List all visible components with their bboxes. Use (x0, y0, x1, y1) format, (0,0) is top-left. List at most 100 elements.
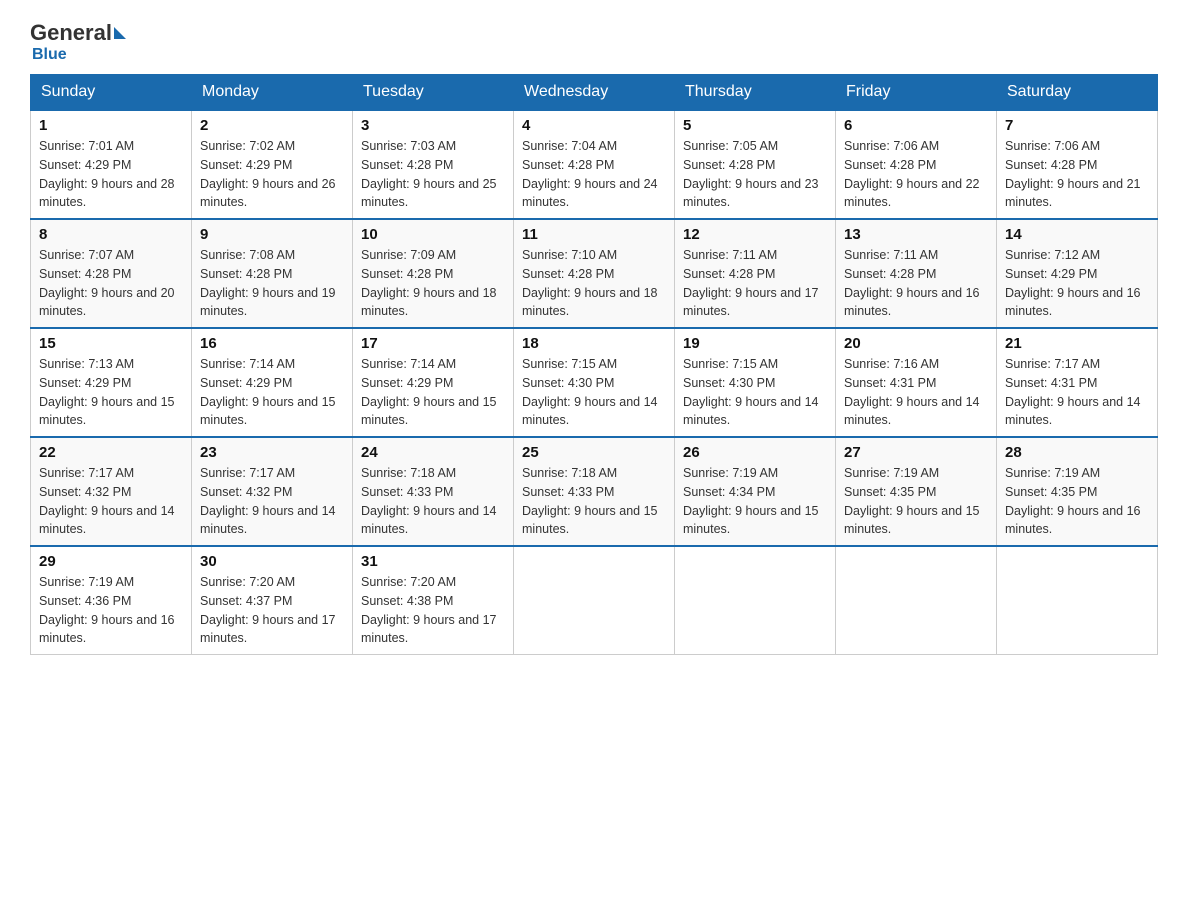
day-info: Sunrise: 7:01 AM Sunset: 4:29 PM Dayligh… (39, 137, 183, 212)
sunrise-time: Sunrise: 7:11 AM (844, 248, 938, 262)
logo: General Blue (30, 20, 128, 64)
calendar-cell (675, 546, 836, 655)
daylight-duration: Daylight: 9 hours and 18 minutes. (361, 286, 497, 319)
weekday-header-row: SundayMondayTuesdayWednesdayThursdayFrid… (31, 75, 1158, 111)
day-info: Sunrise: 7:19 AM Sunset: 4:35 PM Dayligh… (1005, 464, 1149, 539)
calendar-cell: 6 Sunrise: 7:06 AM Sunset: 4:28 PM Dayli… (836, 110, 997, 219)
day-info: Sunrise: 7:20 AM Sunset: 4:38 PM Dayligh… (361, 573, 505, 648)
sunrise-time: Sunrise: 7:20 AM (361, 575, 456, 589)
daylight-duration: Daylight: 9 hours and 14 minutes. (200, 504, 336, 537)
sunset-time: Sunset: 4:31 PM (844, 376, 936, 390)
weekday-header-tuesday: Tuesday (353, 75, 514, 111)
day-info: Sunrise: 7:16 AM Sunset: 4:31 PM Dayligh… (844, 355, 988, 430)
calendar-cell: 20 Sunrise: 7:16 AM Sunset: 4:31 PM Dayl… (836, 328, 997, 437)
day-info: Sunrise: 7:04 AM Sunset: 4:28 PM Dayligh… (522, 137, 666, 212)
logo-blue-text: Blue (32, 46, 67, 63)
sunset-time: Sunset: 4:29 PM (39, 158, 131, 172)
day-number: 29 (39, 553, 183, 570)
day-number: 24 (361, 444, 505, 461)
sunset-time: Sunset: 4:33 PM (522, 485, 614, 499)
day-number: 10 (361, 226, 505, 243)
sunset-time: Sunset: 4:32 PM (200, 485, 292, 499)
day-number: 3 (361, 117, 505, 134)
calendar-cell: 25 Sunrise: 7:18 AM Sunset: 4:33 PM Dayl… (514, 437, 675, 546)
day-info: Sunrise: 7:10 AM Sunset: 4:28 PM Dayligh… (522, 246, 666, 321)
sunset-time: Sunset: 4:28 PM (844, 158, 936, 172)
day-number: 14 (1005, 226, 1149, 243)
calendar-cell: 10 Sunrise: 7:09 AM Sunset: 4:28 PM Dayl… (353, 219, 514, 328)
calendar-cell: 9 Sunrise: 7:08 AM Sunset: 4:28 PM Dayli… (192, 219, 353, 328)
sunrise-time: Sunrise: 7:15 AM (683, 357, 778, 371)
daylight-duration: Daylight: 9 hours and 17 minutes. (683, 286, 819, 319)
sunrise-time: Sunrise: 7:17 AM (1005, 357, 1100, 371)
sunset-time: Sunset: 4:29 PM (361, 376, 453, 390)
day-number: 9 (200, 226, 344, 243)
day-number: 31 (361, 553, 505, 570)
day-info: Sunrise: 7:09 AM Sunset: 4:28 PM Dayligh… (361, 246, 505, 321)
sunset-time: Sunset: 4:29 PM (200, 158, 292, 172)
daylight-duration: Daylight: 9 hours and 19 minutes. (200, 286, 336, 319)
sunrise-time: Sunrise: 7:01 AM (39, 139, 134, 153)
day-number: 23 (200, 444, 344, 461)
day-number: 2 (200, 117, 344, 134)
sunrise-time: Sunrise: 7:09 AM (361, 248, 456, 262)
sunrise-time: Sunrise: 7:17 AM (200, 466, 295, 480)
sunset-time: Sunset: 4:28 PM (361, 267, 453, 281)
day-number: 28 (1005, 444, 1149, 461)
day-info: Sunrise: 7:11 AM Sunset: 4:28 PM Dayligh… (683, 246, 827, 321)
day-number: 17 (361, 335, 505, 352)
calendar-week-2: 8 Sunrise: 7:07 AM Sunset: 4:28 PM Dayli… (31, 219, 1158, 328)
sunset-time: Sunset: 4:28 PM (844, 267, 936, 281)
daylight-duration: Daylight: 9 hours and 17 minutes. (361, 613, 497, 646)
sunset-time: Sunset: 4:28 PM (361, 158, 453, 172)
sunset-time: Sunset: 4:29 PM (39, 376, 131, 390)
calendar-table: SundayMondayTuesdayWednesdayThursdayFrid… (30, 74, 1158, 655)
sunset-time: Sunset: 4:35 PM (844, 485, 936, 499)
daylight-duration: Daylight: 9 hours and 15 minutes. (39, 395, 175, 428)
daylight-duration: Daylight: 9 hours and 16 minutes. (1005, 286, 1141, 319)
calendar-cell: 17 Sunrise: 7:14 AM Sunset: 4:29 PM Dayl… (353, 328, 514, 437)
day-number: 4 (522, 117, 666, 134)
sunset-time: Sunset: 4:31 PM (1005, 376, 1097, 390)
day-number: 12 (683, 226, 827, 243)
daylight-duration: Daylight: 9 hours and 20 minutes. (39, 286, 175, 319)
weekday-header-monday: Monday (192, 75, 353, 111)
sunset-time: Sunset: 4:29 PM (1005, 267, 1097, 281)
sunrise-time: Sunrise: 7:19 AM (39, 575, 134, 589)
daylight-duration: Daylight: 9 hours and 15 minutes. (200, 395, 336, 428)
weekday-header-sunday: Sunday (31, 75, 192, 111)
daylight-duration: Daylight: 9 hours and 28 minutes. (39, 177, 175, 210)
sunrise-time: Sunrise: 7:15 AM (522, 357, 617, 371)
day-number: 22 (39, 444, 183, 461)
calendar-week-3: 15 Sunrise: 7:13 AM Sunset: 4:29 PM Dayl… (31, 328, 1158, 437)
day-info: Sunrise: 7:12 AM Sunset: 4:29 PM Dayligh… (1005, 246, 1149, 321)
day-info: Sunrise: 7:07 AM Sunset: 4:28 PM Dayligh… (39, 246, 183, 321)
sunrise-time: Sunrise: 7:06 AM (844, 139, 939, 153)
calendar-cell: 13 Sunrise: 7:11 AM Sunset: 4:28 PM Dayl… (836, 219, 997, 328)
day-number: 13 (844, 226, 988, 243)
sunrise-time: Sunrise: 7:04 AM (522, 139, 617, 153)
day-info: Sunrise: 7:19 AM Sunset: 4:34 PM Dayligh… (683, 464, 827, 539)
sunrise-time: Sunrise: 7:08 AM (200, 248, 295, 262)
sunrise-time: Sunrise: 7:19 AM (683, 466, 778, 480)
daylight-duration: Daylight: 9 hours and 26 minutes. (200, 177, 336, 210)
day-info: Sunrise: 7:18 AM Sunset: 4:33 PM Dayligh… (522, 464, 666, 539)
weekday-header-friday: Friday (836, 75, 997, 111)
calendar-cell (997, 546, 1158, 655)
day-number: 16 (200, 335, 344, 352)
sunset-time: Sunset: 4:28 PM (683, 158, 775, 172)
sunset-time: Sunset: 4:28 PM (522, 267, 614, 281)
daylight-duration: Daylight: 9 hours and 16 minutes. (844, 286, 980, 319)
sunrise-time: Sunrise: 7:14 AM (200, 357, 295, 371)
sunrise-time: Sunrise: 7:20 AM (200, 575, 295, 589)
day-info: Sunrise: 7:19 AM Sunset: 4:36 PM Dayligh… (39, 573, 183, 648)
daylight-duration: Daylight: 9 hours and 24 minutes. (522, 177, 658, 210)
logo-arrow-icon (114, 27, 126, 39)
day-number: 25 (522, 444, 666, 461)
sunrise-time: Sunrise: 7:06 AM (1005, 139, 1100, 153)
daylight-duration: Daylight: 9 hours and 14 minutes. (844, 395, 980, 428)
sunrise-time: Sunrise: 7:19 AM (844, 466, 939, 480)
calendar-cell: 16 Sunrise: 7:14 AM Sunset: 4:29 PM Dayl… (192, 328, 353, 437)
calendar-cell: 29 Sunrise: 7:19 AM Sunset: 4:36 PM Dayl… (31, 546, 192, 655)
calendar-cell (514, 546, 675, 655)
